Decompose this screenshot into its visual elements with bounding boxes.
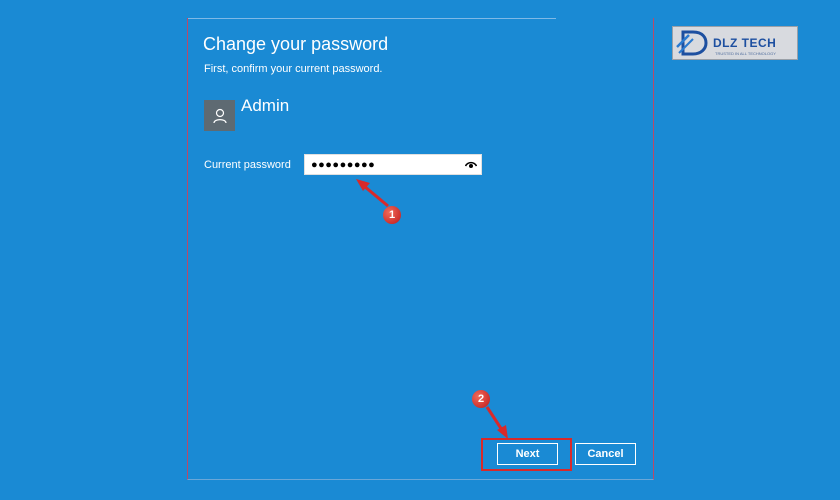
arrow-2-line <box>485 406 504 431</box>
annotation-arrows <box>356 179 508 439</box>
arrow-1-line <box>363 184 389 208</box>
step-marker-1: 1 <box>383 206 401 224</box>
step-marker-2: 2 <box>472 390 490 408</box>
